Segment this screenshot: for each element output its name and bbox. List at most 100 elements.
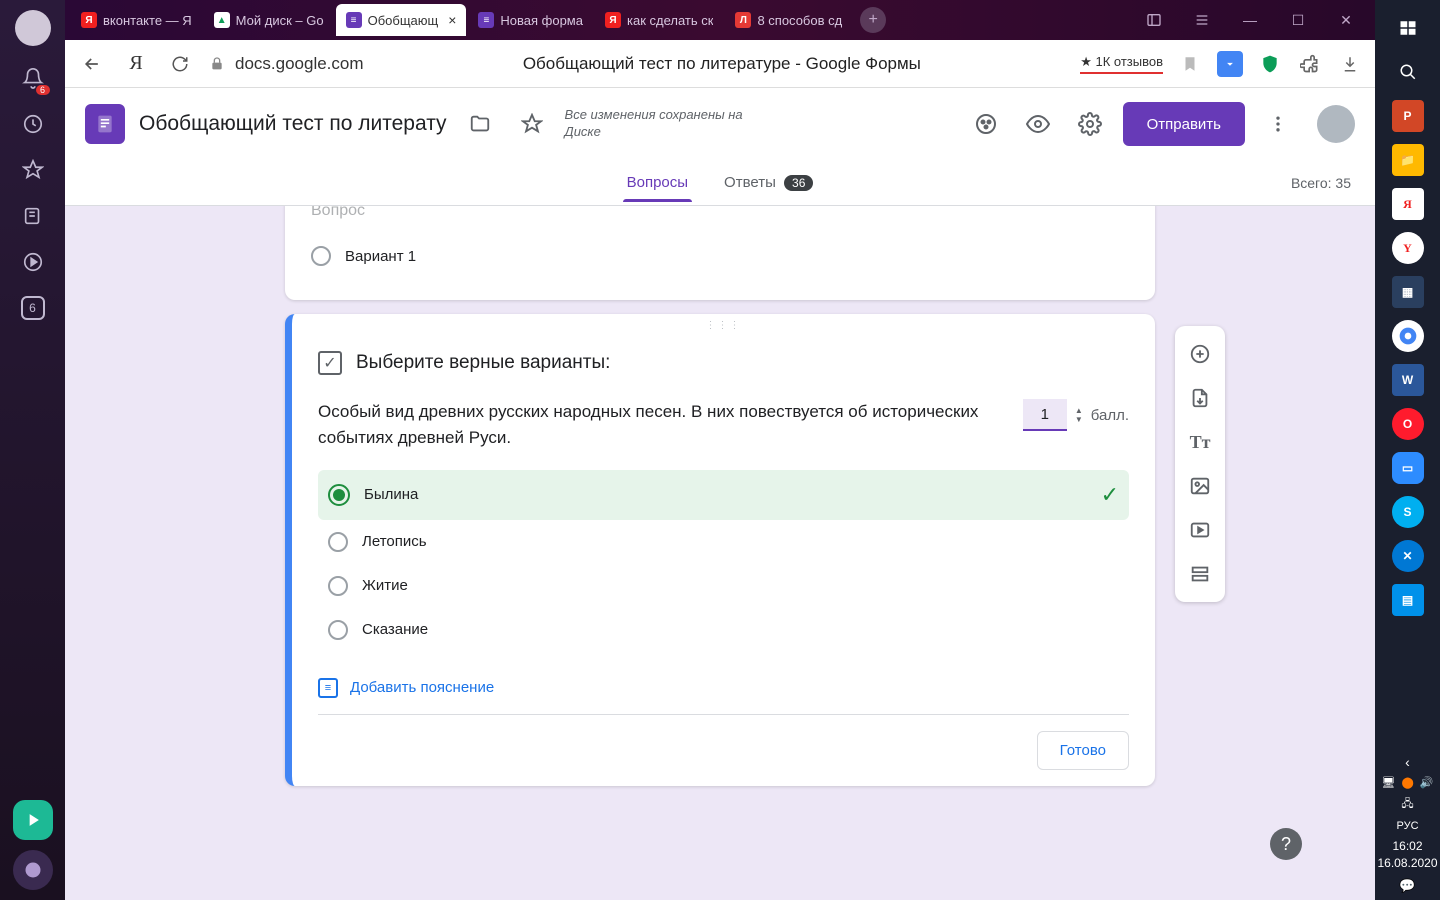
previous-question-card[interactable]: Вопрос Вариант 1: [285, 206, 1155, 300]
explorer-icon[interactable]: 📁: [1392, 144, 1424, 176]
answer-option[interactable]: Житие: [318, 564, 1129, 608]
favicon-icon: Я: [605, 12, 621, 28]
star-icon[interactable]: [513, 105, 551, 143]
forms-logo-icon[interactable]: [85, 104, 125, 144]
action-center-icon[interactable]: 💬: [1399, 878, 1415, 894]
user-avatar[interactable]: [1317, 105, 1355, 143]
tray-chevron[interactable]: ‹: [1405, 754, 1410, 770]
app-icon-3[interactable]: ▤: [1392, 584, 1424, 616]
alice-button[interactable]: [13, 850, 53, 890]
lang-indicator[interactable]: РУС: [1396, 820, 1418, 832]
menu-icon[interactable]: [1179, 4, 1225, 36]
zoom-icon[interactable]: ▭: [1392, 452, 1424, 484]
play-icon[interactable]: [19, 248, 47, 276]
preview-icon[interactable]: [1019, 105, 1057, 143]
yandex-browser-icon[interactable]: Y: [1392, 232, 1424, 264]
radio-icon: [328, 532, 348, 552]
folder-icon[interactable]: [461, 105, 499, 143]
yandex-logo-icon[interactable]: Я: [121, 49, 151, 79]
answer-key-title: Выберите верные варианты:: [356, 352, 610, 374]
powerpoint-icon[interactable]: P: [1392, 100, 1424, 132]
add-title-icon[interactable]: Tᴛ: [1175, 420, 1225, 464]
history-icon[interactable]: [19, 110, 47, 138]
tray-network-icon[interactable]: 🖧: [1401, 795, 1413, 814]
points-input[interactable]: [1023, 399, 1067, 431]
opera-icon[interactable]: O: [1392, 408, 1424, 440]
tab-questions[interactable]: Вопросы: [623, 164, 692, 201]
back-button[interactable]: [77, 49, 107, 79]
browser-tab[interactable]: Л8 способов сд: [725, 4, 852, 36]
skype-icon[interactable]: S: [1392, 496, 1424, 528]
favicon-icon: ≡: [478, 12, 494, 28]
browser-tab[interactable]: Явконтакте — Я: [71, 4, 202, 36]
clock[interactable]: 16:02 16.08.2020: [1377, 838, 1437, 872]
browser-tab[interactable]: ▲Мой диск – Go: [204, 4, 334, 36]
profile-avatar[interactable]: [15, 10, 51, 46]
add-question-icon[interactable]: [1175, 332, 1225, 376]
counter-icon[interactable]: 6: [19, 294, 47, 322]
tab-label: как сделать ск: [627, 13, 713, 28]
browser-tab[interactable]: Якак сделать ск: [595, 4, 723, 36]
browser-tab[interactable]: ≡Новая форма: [468, 4, 593, 36]
minimize-button[interactable]: —: [1227, 4, 1273, 36]
points-stepper[interactable]: ▲▼: [1075, 406, 1083, 424]
shield-icon[interactable]: [1257, 51, 1283, 77]
windows-taskbar: P 📁 Я Y ▦ W O ▭ S ✕ ▤ ‹ 🖥 ⬤ 🔊 🖧 РУС 16:0…: [1375, 0, 1440, 900]
answer-option-label: Житие: [362, 577, 408, 594]
close-window-button[interactable]: ✕: [1323, 4, 1369, 36]
url-zone[interactable]: docs.google.com Обобщающий тест по литер…: [209, 54, 1163, 74]
tray-avast-icon[interactable]: ⬤: [1401, 776, 1413, 789]
word-icon[interactable]: W: [1392, 364, 1424, 396]
collections-icon[interactable]: [19, 202, 47, 230]
app-icon-1[interactable]: ▦: [1392, 276, 1424, 308]
download-extension-icon[interactable]: [1217, 51, 1243, 77]
form-title[interactable]: Обобщающий тест по литерату: [139, 112, 447, 136]
start-button[interactable]: [1392, 12, 1424, 44]
help-button[interactable]: ?: [1270, 828, 1302, 860]
forms-tabs: Вопросы Ответы 36 Всего: 35: [65, 160, 1375, 206]
bookmark-icon[interactable]: [1177, 51, 1203, 77]
points-label: балл.: [1091, 407, 1129, 424]
send-button[interactable]: Отправить: [1123, 102, 1245, 146]
prev-option-label: Вариант 1: [345, 248, 416, 265]
tab-answers[interactable]: Ответы 36: [720, 164, 817, 201]
add-feedback-label: Добавить пояснение: [350, 679, 494, 696]
downloads-icon[interactable]: [1337, 51, 1363, 77]
browser-main: Явконтакте — Я▲Мой диск – Go≡Обобщающ×≡Н…: [65, 0, 1375, 900]
answers-count-badge: 36: [784, 175, 813, 191]
answer-option[interactable]: Былина✓: [318, 470, 1129, 520]
answer-options: Былина✓Летопись Житие Сказание: [292, 466, 1155, 662]
settings-icon[interactable]: [1071, 105, 1109, 143]
sidebar-toggle-icon[interactable]: [1131, 4, 1177, 36]
drag-handle-icon[interactable]: ⋮⋮⋮: [292, 314, 1155, 331]
reviews-link[interactable]: ★ 1К отзывов: [1080, 54, 1163, 74]
music-button[interactable]: [13, 800, 53, 840]
app-icon-2[interactable]: ✕: [1392, 540, 1424, 572]
add-feedback-button[interactable]: ≡ Добавить пояснение: [292, 662, 1155, 714]
more-icon[interactable]: [1259, 105, 1297, 143]
yandex-search-icon[interactable]: Я: [1392, 188, 1424, 220]
prev-option-row[interactable]: Вариант 1: [311, 238, 1129, 274]
import-questions-icon[interactable]: [1175, 376, 1225, 420]
search-icon[interactable]: [1392, 56, 1424, 88]
chrome-icon[interactable]: [1392, 320, 1424, 352]
maximize-button[interactable]: ☐: [1275, 4, 1321, 36]
question-row: Особый вид древних русских народных песе…: [292, 385, 1155, 466]
reload-button[interactable]: [165, 49, 195, 79]
notifications-icon[interactable]: 6: [19, 64, 47, 92]
extensions-icon[interactable]: [1297, 51, 1323, 77]
answer-option[interactable]: Летопись: [318, 520, 1129, 564]
bookmarks-icon[interactable]: [19, 156, 47, 184]
add-section-icon[interactable]: [1175, 552, 1225, 596]
browser-tab[interactable]: ≡Обобщающ×: [336, 4, 467, 36]
answer-option[interactable]: Сказание: [318, 608, 1129, 652]
new-tab-button[interactable]: +: [860, 7, 886, 33]
add-video-icon[interactable]: [1175, 508, 1225, 552]
form-canvas[interactable]: Вопрос Вариант 1 ⋮⋮⋮ ✓ Выберите верные в…: [65, 206, 1375, 900]
tab-close-icon[interactable]: ×: [448, 12, 456, 28]
done-button[interactable]: Готово: [1037, 731, 1129, 770]
theme-icon[interactable]: [967, 105, 1005, 143]
tray-volume-icon[interactable]: 🔊: [1420, 776, 1434, 789]
tray-device-icon[interactable]: 🖥: [1382, 776, 1396, 789]
add-image-icon[interactable]: [1175, 464, 1225, 508]
